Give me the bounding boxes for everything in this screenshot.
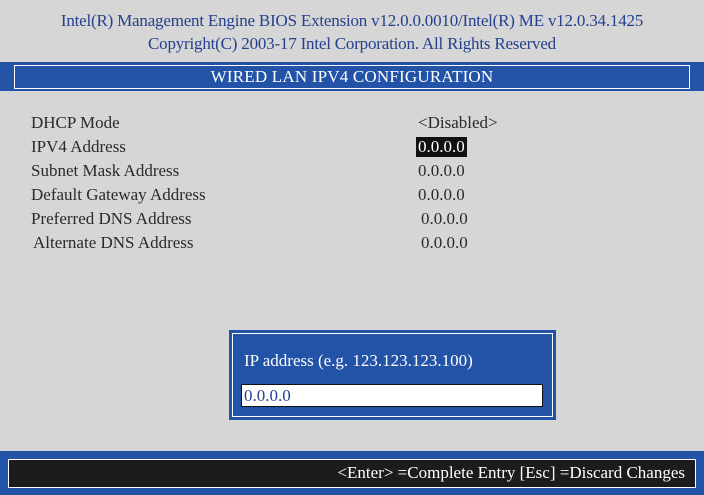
setting-value-preferred-dns[interactable]: 0.0.0.0: [421, 209, 468, 229]
header: Intel(R) Management Engine BIOS Extensio…: [0, 0, 704, 62]
setting-value-default-gateway[interactable]: 0.0.0.0: [418, 185, 465, 205]
setting-value-ipv4-address[interactable]: 0.0.0.0: [416, 137, 467, 157]
dialog-frame: IP address (e.g. 123.123.123.100) 0.0.0.…: [232, 333, 553, 417]
setting-label-subnet-mask: Subnet Mask Address: [31, 161, 180, 180]
key-hint-text: <Enter> =Complete Entry [Esc] =Discard C…: [337, 463, 685, 482]
setting-label-alternate-dns: Alternate DNS Address: [33, 233, 194, 252]
setting-value-alternate-dns[interactable]: 0.0.0.0: [421, 233, 468, 253]
page-title: WIRED LAN IPV4 CONFIGURATION: [14, 65, 690, 89]
ip-address-dialog: IP address (e.g. 123.123.123.100) 0.0.0.…: [229, 330, 556, 420]
setting-label-default-gateway: Default Gateway Address: [31, 185, 206, 204]
setting-value-dhcp-mode[interactable]: <Disabled>: [418, 113, 498, 133]
header-copyright-line: Copyright(C) 2003-17 Intel Corporation. …: [148, 34, 556, 53]
setting-label-ipv4-address: IPV4 Address: [31, 137, 126, 156]
title-bar: WIRED LAN IPV4 CONFIGURATION: [0, 62, 704, 91]
status-bar-frame: <Enter> =Complete Entry [Esc] =Discard C…: [8, 459, 696, 488]
header-version-line: Intel(R) Management Engine BIOS Extensio…: [60, 11, 644, 30]
setting-label-dhcp-mode: DHCP Mode: [31, 113, 120, 132]
ip-address-input[interactable]: 0.0.0.0: [241, 384, 543, 407]
setting-label-preferred-dns: Preferred DNS Address: [31, 209, 192, 228]
dialog-prompt: IP address (e.g. 123.123.123.100): [244, 351, 473, 370]
setting-value-subnet-mask[interactable]: 0.0.0.0: [418, 161, 465, 181]
status-bar: <Enter> =Complete Entry [Esc] =Discard C…: [0, 451, 704, 495]
